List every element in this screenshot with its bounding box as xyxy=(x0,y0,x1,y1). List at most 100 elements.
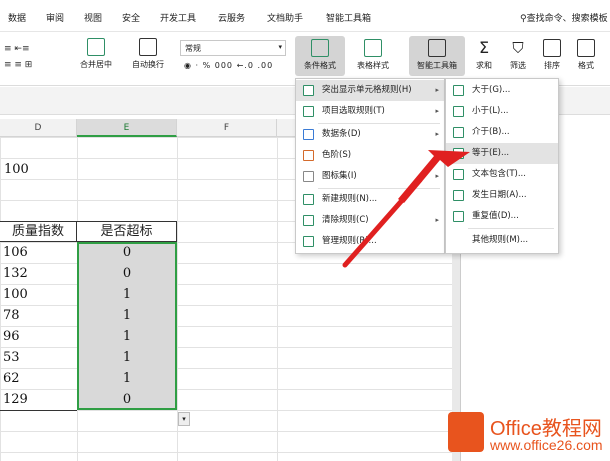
tab-smart-toolbox[interactable]: 智能工具箱 xyxy=(326,11,371,24)
wrap-text-button[interactable]: 自动换行 xyxy=(126,38,170,70)
table-row[interactable]: 106 xyxy=(3,245,73,260)
search-icon: ⚲ xyxy=(520,14,527,24)
logo-url: www.office26.com xyxy=(490,437,603,453)
merge-icon xyxy=(87,38,105,56)
table-cell-exceed[interactable]: 1 xyxy=(77,308,177,323)
menu-item-highlight-rules[interactable]: 突出显示单元格规则(H) ▸ xyxy=(296,80,444,101)
number-format-select[interactable]: 常规 ▾ xyxy=(180,40,286,56)
table-cell-exceed[interactable]: 0 xyxy=(77,266,177,281)
manage-rules-icon xyxy=(303,236,314,247)
chevron-right-icon: ▸ xyxy=(435,172,439,180)
table-cell-exceed[interactable]: 1 xyxy=(77,371,177,386)
greater-than-icon xyxy=(453,85,464,96)
smart-toolbox-button[interactable]: 智能工具箱 xyxy=(409,36,465,76)
chevron-right-icon: ▸ xyxy=(435,107,439,115)
number-format-buttons[interactable]: ◉ · % 000 ←.0 .00 xyxy=(184,61,273,70)
sort-button[interactable]: 排序 xyxy=(538,39,566,71)
table-row[interactable]: 96 xyxy=(3,329,73,344)
less-than-icon xyxy=(453,106,464,117)
new-rule-icon xyxy=(303,194,314,205)
table-row[interactable]: 129 xyxy=(3,392,73,407)
table-cell-exceed[interactable]: 0 xyxy=(77,392,177,407)
column-header-d[interactable]: D xyxy=(0,119,77,137)
cell-d-value[interactable]: 100 xyxy=(4,162,29,177)
menu-divider xyxy=(468,228,554,229)
table-row[interactable]: 53 xyxy=(3,350,73,365)
menu-item-icon-sets[interactable]: 图标集(I) ▸ xyxy=(296,166,444,187)
menu-item-equal-to[interactable]: 等于(E)... xyxy=(446,143,558,164)
tab-view[interactable]: 视图 xyxy=(84,11,102,24)
clear-rules-icon xyxy=(303,215,314,226)
table-cell-exceed[interactable]: 0 xyxy=(77,245,177,260)
table-header-exceed[interactable]: 是否超标 xyxy=(77,221,177,242)
table-style-icon xyxy=(364,39,382,57)
highlight-rules-submenu: 大于(G)... 小于(L)... 介于(B)... 等于(E)... 文本包含… xyxy=(445,78,559,254)
watermark-logo: Office教程网 www.office26.com xyxy=(444,404,610,461)
top-rules-icon xyxy=(303,106,314,117)
menu-item-data-bars[interactable]: 数据条(D) ▸ xyxy=(296,124,444,145)
chevron-right-icon: ▸ xyxy=(435,151,439,159)
chevron-right-icon: ▸ xyxy=(435,216,439,224)
menu-item-greater-than[interactable]: 大于(G)... xyxy=(446,80,558,101)
date-icon xyxy=(453,190,464,201)
align-justify-icon[interactable]: ≡ ≡ ⊞ xyxy=(4,60,32,70)
table-header-quality-index[interactable]: 质量指数 xyxy=(0,221,77,242)
toolbox-icon xyxy=(428,39,446,57)
filter-button[interactable]: ⛉ 筛选 xyxy=(504,39,532,71)
menu-item-text-contains[interactable]: 文本包含(T)... xyxy=(446,164,558,185)
sum-button[interactable]: Σ 求和 xyxy=(470,39,498,71)
text-contains-icon xyxy=(453,169,464,180)
duplicate-icon xyxy=(453,211,464,222)
tab-doc-assistant[interactable]: 文档助手 xyxy=(267,11,303,24)
highlight-rules-icon xyxy=(303,85,314,96)
wrap-icon xyxy=(139,38,157,56)
merge-center-button[interactable]: 合并居中 xyxy=(74,38,118,70)
align-left-icon[interactable]: ≡ ⇤≡ xyxy=(4,44,29,54)
office-logo-icon xyxy=(448,412,484,452)
menu-item-new-rule[interactable]: 新建规则(N)... xyxy=(296,189,444,210)
sort-icon xyxy=(543,39,561,57)
equal-to-icon xyxy=(453,148,464,159)
table-cell-exceed[interactable]: 1 xyxy=(77,287,177,302)
chevron-right-icon: ▸ xyxy=(435,86,439,94)
tab-cloud[interactable]: 云服务 xyxy=(218,11,245,24)
table-row[interactable]: 132 xyxy=(3,266,73,281)
table-row[interactable]: 100 xyxy=(3,287,73,302)
menu-item-top-bottom-rules[interactable]: 项目选取规则(T) ▸ xyxy=(296,101,444,122)
table-cell-exceed[interactable]: 1 xyxy=(77,329,177,344)
table-style-button[interactable]: 表格样式 xyxy=(350,39,396,71)
smart-tag-icon[interactable]: ▾ xyxy=(178,412,190,426)
menu-tab-bar: 数据 审阅 视图 安全 开发工具 云服务 文档助手 智能工具箱 ⚲查找命令、搜索… xyxy=(0,0,610,32)
icon-set-icon xyxy=(303,171,314,182)
column-header-e[interactable]: E xyxy=(77,119,177,137)
table-row[interactable]: 62 xyxy=(3,371,73,386)
menu-item-more-rules[interactable]: 其他规则(M)... xyxy=(446,230,558,251)
menu-item-color-scales[interactable]: 色阶(S) ▸ xyxy=(296,145,444,166)
format-icon xyxy=(577,39,595,57)
menu-item-date-occurring[interactable]: 发生日期(A)... xyxy=(446,185,558,206)
table-cell-exceed[interactable]: 1 xyxy=(77,350,177,365)
table-border xyxy=(0,410,77,411)
tab-developer[interactable]: 开发工具 xyxy=(160,11,196,24)
menu-item-less-than[interactable]: 小于(L)... xyxy=(446,101,558,122)
table-row[interactable]: 78 xyxy=(3,308,73,323)
conditional-format-button[interactable]: 条件格式 xyxy=(295,36,345,76)
tab-review[interactable]: 审阅 xyxy=(46,11,64,24)
tab-data[interactable]: 数据 xyxy=(8,11,26,24)
menu-item-between[interactable]: 介于(B)... xyxy=(446,122,558,143)
menu-item-duplicate-values[interactable]: 重复值(D)... xyxy=(446,206,558,227)
menu-item-manage-rules[interactable]: 管理规则(R)... xyxy=(296,231,444,252)
grid-line xyxy=(277,137,278,461)
between-icon xyxy=(453,127,464,138)
funnel-icon: ⛉ xyxy=(512,39,524,57)
chevron-down-icon: ▾ xyxy=(278,43,282,51)
search-box[interactable]: ⚲查找命令、搜索模板 xyxy=(520,11,608,24)
color-scale-icon xyxy=(303,150,314,161)
menu-item-clear-rules[interactable]: 清除规则(C) ▸ xyxy=(296,210,444,231)
data-bar-icon xyxy=(303,129,314,140)
conditional-format-menu: 突出显示单元格规则(H) ▸ 项目选取规则(T) ▸ 数据条(D) ▸ 色阶(S) ▸ … xyxy=(295,78,445,254)
format-button[interactable]: 格式 xyxy=(572,39,600,71)
sigma-icon: Σ xyxy=(478,38,490,57)
tab-security[interactable]: 安全 xyxy=(122,11,140,24)
column-header-f[interactable]: F xyxy=(177,119,277,137)
